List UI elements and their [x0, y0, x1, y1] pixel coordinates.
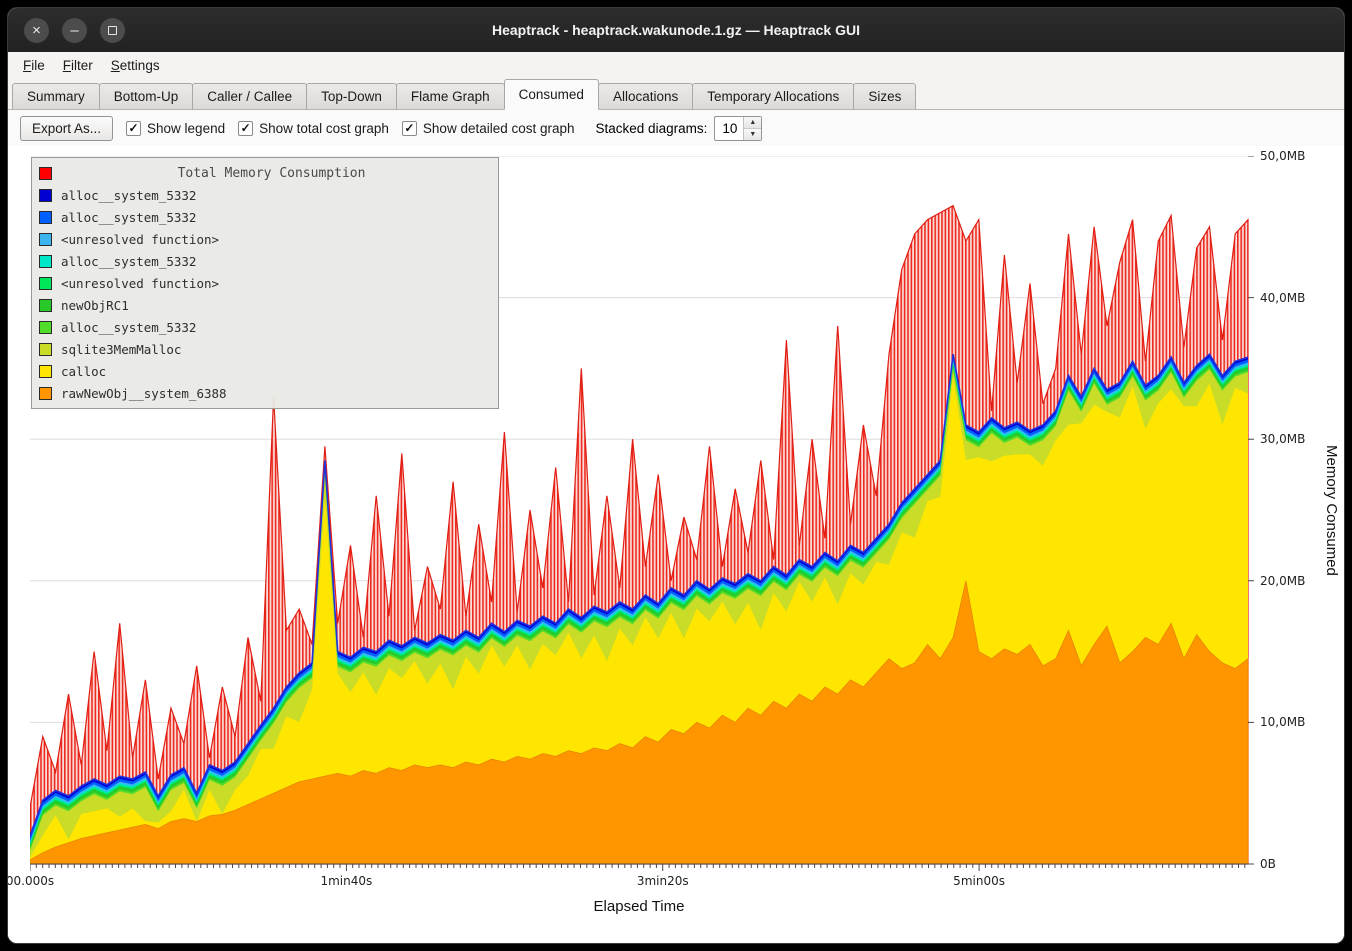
y-axis-title: Memory Consumed	[1323, 156, 1340, 864]
y-axis-tick-label: 10,0MB	[1260, 715, 1305, 729]
tab-bottom-up[interactable]: Bottom-Up	[99, 83, 194, 109]
heaptrack-window: × – Heaptrack - heaptrack.wakunode.1.gz …	[8, 8, 1344, 943]
window-controls: × –	[8, 18, 125, 43]
legend-item-label: <unresolved function>	[61, 276, 219, 291]
legend-swatch	[39, 211, 52, 224]
menubar: File Filter Settings	[8, 52, 1344, 79]
tab-caller-callee[interactable]: Caller / Callee	[192, 83, 307, 109]
legend-swatch	[39, 233, 52, 246]
stacked-diagrams-group: Stacked diagrams: 10 ▲ ▼	[596, 116, 763, 141]
x-axis-tick-label: 5min00s	[953, 874, 1005, 888]
legend-swatch	[39, 321, 52, 334]
x-axis-tick-label: 3min20s	[637, 874, 689, 888]
tab-temporary-allocations[interactable]: Temporary Allocations	[692, 83, 854, 109]
window-title: Heaptrack - heaptrack.wakunode.1.gz — He…	[8, 22, 1344, 38]
minimize-icon: –	[70, 23, 78, 38]
tabbar: Summary Bottom-Up Caller / Callee Top-Do…	[8, 79, 1344, 110]
legend-item-label: rawNewObj__system_6388	[61, 386, 227, 401]
y-axis-tick-label: 50,0MB	[1260, 149, 1305, 163]
legend-item: alloc__system_5332	[39, 184, 491, 206]
menu-settings[interactable]: Settings	[102, 52, 169, 79]
legend-item: alloc__system_5332	[39, 250, 491, 272]
export-as-button[interactable]: Export As...	[20, 116, 113, 141]
tab-consumed[interactable]: Consumed	[504, 79, 599, 110]
show-total-cost-graph-label: Show total cost graph	[259, 121, 389, 136]
legend-item: alloc__system_5332	[39, 316, 491, 338]
legend-swatch	[39, 365, 52, 378]
legend-item: <unresolved function>	[39, 272, 491, 294]
checkbox-checked-icon: ✓	[402, 121, 417, 136]
show-detailed-cost-graph-label: Show detailed cost graph	[423, 121, 575, 136]
show-total-cost-graph-checkbox[interactable]: ✓ Show total cost graph	[238, 121, 389, 136]
legend-item: sqlite3MemMalloc	[39, 338, 491, 360]
spinbox-value: 10	[715, 117, 743, 140]
minimize-button[interactable]: –	[62, 18, 87, 43]
legend-title-swatch	[39, 167, 52, 180]
y-axis-tick-label: 0B	[1260, 857, 1276, 871]
legend-item-label: sqlite3MemMalloc	[61, 342, 181, 357]
legend-item-label: alloc__system_5332	[61, 188, 196, 203]
menu-file[interactable]: File	[14, 52, 54, 79]
close-icon: ×	[32, 23, 41, 38]
maximize-icon	[108, 26, 117, 35]
chart-legend: Total Memory Consumption alloc__system_5…	[31, 157, 499, 409]
legend-title: Total Memory Consumption	[52, 166, 491, 181]
legend-item: rawNewObj__system_6388	[39, 382, 491, 404]
legend-swatch	[39, 255, 52, 268]
legend-item-label: <unresolved function>	[61, 232, 219, 247]
legend-item-label: newObjRC1	[61, 298, 129, 313]
legend-title-row: Total Memory Consumption	[39, 162, 491, 184]
titlebar: × – Heaptrack - heaptrack.wakunode.1.gz …	[8, 8, 1344, 52]
y-axis-tick-label: 40,0MB	[1260, 291, 1305, 305]
legend-item: alloc__system_5332	[39, 206, 491, 228]
legend-item-label: calloc	[61, 364, 106, 379]
legend-item-label: alloc__system_5332	[61, 210, 196, 225]
tab-summary[interactable]: Summary	[12, 83, 100, 109]
spin-up-button[interactable]: ▲	[744, 117, 761, 129]
stacked-diagrams-spinbox[interactable]: 10 ▲ ▼	[714, 116, 762, 141]
maximize-button[interactable]	[100, 18, 125, 43]
legend-swatch	[39, 299, 52, 312]
show-legend-label: Show legend	[147, 121, 225, 136]
x-axis-tick-label: 1min40s	[320, 874, 372, 888]
legend-item-label: alloc__system_5332	[61, 254, 196, 269]
legend-swatch	[39, 277, 52, 290]
show-legend-checkbox[interactable]: ✓ Show legend	[126, 121, 225, 136]
menu-filter[interactable]: Filter	[54, 52, 102, 79]
show-detailed-cost-graph-checkbox[interactable]: ✓ Show detailed cost graph	[402, 121, 575, 136]
legend-item: newObjRC1	[39, 294, 491, 316]
spin-down-button[interactable]: ▼	[744, 129, 761, 140]
chart-area: Total Memory Consumption alloc__system_5…	[8, 146, 1344, 943]
tab-top-down[interactable]: Top-Down	[306, 83, 397, 109]
x-axis-title: Elapsed Time	[30, 898, 1248, 915]
tab-allocations[interactable]: Allocations	[598, 83, 693, 109]
spinbox-arrows: ▲ ▼	[743, 117, 761, 140]
y-axis-tick-label: 20,0MB	[1260, 574, 1305, 588]
legend-swatch	[39, 343, 52, 356]
toolbar: Export As... ✓ Show legend ✓ Show total …	[8, 110, 1344, 146]
stacked-diagrams-label: Stacked diagrams:	[596, 121, 708, 136]
legend-swatch	[39, 189, 52, 202]
legend-item-label: alloc__system_5332	[61, 320, 196, 335]
checkbox-checked-icon: ✓	[238, 121, 253, 136]
x-axis-tick-label: 00.000s	[8, 874, 54, 888]
legend-entries: alloc__system_5332 alloc__system_5332 <unr…	[39, 184, 491, 404]
close-button[interactable]: ×	[24, 18, 49, 43]
legend-item: calloc	[39, 360, 491, 382]
checkbox-checked-icon: ✓	[126, 121, 141, 136]
legend-item: <unresolved function>	[39, 228, 491, 250]
tab-sizes[interactable]: Sizes	[853, 83, 916, 109]
legend-swatch	[39, 387, 52, 400]
y-axis-tick-label: 30,0MB	[1260, 432, 1305, 446]
tab-flame-graph[interactable]: Flame Graph	[396, 83, 505, 109]
